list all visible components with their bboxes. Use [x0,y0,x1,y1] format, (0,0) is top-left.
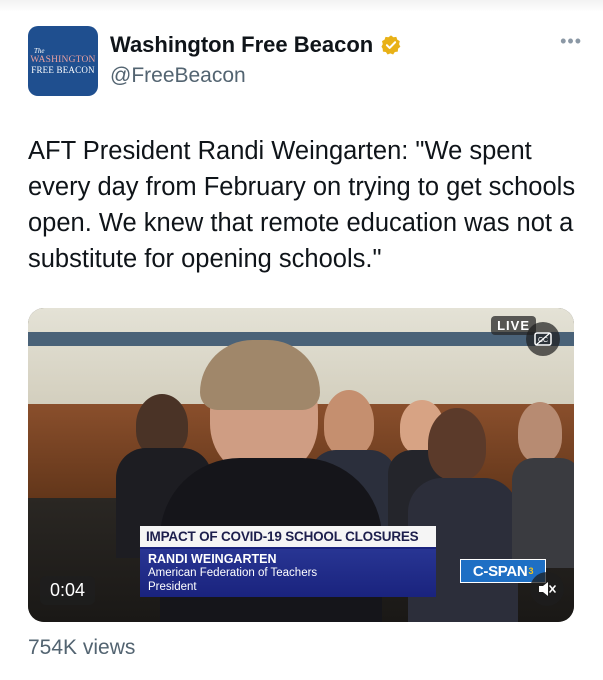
verified-badge-icon[interactable] [380,34,402,56]
lower-third-org: American Federation of Teachers [148,567,318,579]
avatar[interactable]: The WASHINGTON FREE BEACON [28,26,98,96]
svg-text:CC: CC [538,337,548,344]
lower-third-name: RANDI WEINGARTEN [148,552,277,566]
lower-third-title: IMPACT OF COVID-19 SCHOOL CLOSURES [140,526,436,549]
attendee-head-4 [428,408,486,480]
network-name: C-SPAN [472,562,528,580]
attendee-head-1 [136,394,188,456]
tweet-header: The WASHINGTON FREE BEACON Washington Fr… [28,26,581,96]
avatar-line1: WASHINGTON [30,55,96,65]
name-row: Washington Free Beacon [110,32,402,58]
video-player[interactable]: LIVE CC IMPACT OF COVID-19 SCHOOL CLOSUR… [28,308,574,622]
tweet-text: AFT President Randi Weingarten: "We spen… [28,137,576,273]
more-options-icon[interactable]: ••• [560,32,582,50]
avatar-line2: FREE BEACON [31,65,95,75]
avatar-the: The [34,47,45,55]
video-timestamp: 0:04 [40,576,96,605]
attendee-head-5 [518,402,562,462]
lower-third-body: RANDI WEINGARTEN American Federation of … [140,549,436,597]
view-count[interactable]: 754K views [28,636,135,660]
network-number: 3 [528,566,534,576]
display-name[interactable]: Washington Free Beacon [110,32,373,58]
attendee-head-2 [324,390,374,456]
captions-button[interactable]: CC [526,322,560,356]
attendee-body-5 [512,458,574,568]
mute-button[interactable] [530,572,564,606]
handle[interactable]: @FreeBeacon [110,64,246,88]
lower-third-caption: IMPACT OF COVID-19 SCHOOL CLOSURES RANDI… [140,526,436,597]
lower-third-role: President [148,581,197,593]
top-edge-shadow [0,0,603,12]
mute-icon [539,582,556,596]
captions-icon: CC [534,332,552,346]
